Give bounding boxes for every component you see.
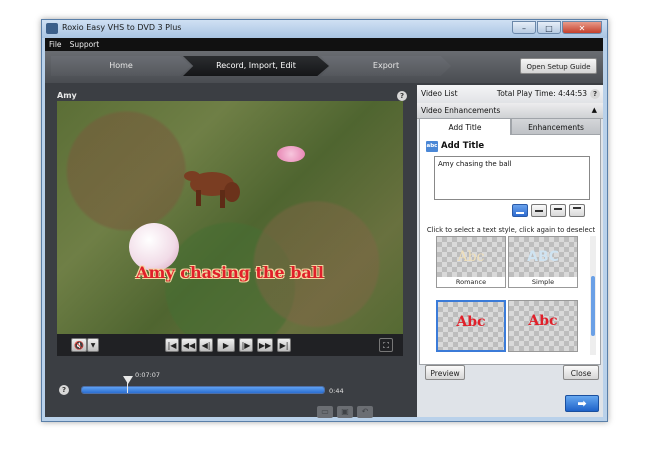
step-home[interactable]: Home (51, 56, 191, 76)
title-text-input[interactable] (434, 156, 590, 200)
print-icon: ▭ (317, 406, 333, 418)
step-forward-button[interactable]: |▶ (239, 338, 253, 352)
video-list-help-icon[interactable]: ? (590, 89, 600, 99)
client-area: Home Export Record, Import, Edit Open Se… (45, 51, 603, 418)
style-romance[interactable]: Abc Romance (436, 236, 506, 288)
step-export[interactable]: Export (321, 56, 451, 76)
timeline-fill (82, 387, 324, 393)
timeline-help-icon[interactable]: ? (59, 385, 69, 395)
app-window: Roxio Easy VHS to DVD 3 Plus – □ ✕ File … (41, 19, 608, 422)
video-list-header[interactable]: Video List Total Play Time: 4:44:53 ? (417, 85, 603, 104)
align-center-icon (535, 210, 543, 212)
dog-image (184, 171, 240, 208)
undo-icon: ↶ (357, 406, 373, 418)
app-icon (46, 23, 58, 34)
align-center-button[interactable] (531, 204, 547, 217)
volume-dropdown-button[interactable]: ▼ (87, 338, 99, 352)
tab-enhancements[interactable]: Enhancements (511, 118, 601, 135)
right-panel: Video List Total Play Time: 4:44:53 ? Vi… (417, 85, 603, 417)
maximize-button[interactable]: □ (537, 21, 561, 34)
style-scrollbar[interactable] (590, 236, 596, 355)
align-top-icon (554, 208, 562, 210)
abc-icon: abc (426, 141, 438, 152)
style-sample: ABC (527, 249, 559, 265)
menu-support[interactable]: Support (66, 40, 104, 49)
menu-file[interactable]: File (45, 40, 66, 49)
open-setup-guide-button[interactable]: Open Setup Guide (520, 58, 597, 74)
align-full-button[interactable] (569, 204, 585, 217)
video-enhancements-header[interactable]: Video Enhancements ▲ (417, 103, 603, 119)
play-button[interactable]: ▶ (217, 338, 235, 352)
style-hint-text: Click to select a text style, click agai… (426, 226, 596, 234)
step-record-import-edit[interactable]: Record, Import, Edit (183, 56, 329, 76)
video-enhancements-label: Video Enhancements (421, 106, 501, 115)
collapse-arrow-icon[interactable]: ▲ (592, 106, 597, 114)
mute-speaker-icon[interactable]: 🔇 (71, 338, 87, 352)
title-overlay-text: Amy chasing the ball (136, 263, 324, 282)
step-back-button[interactable]: ◀| (199, 338, 213, 352)
style-caption: Simple (509, 277, 577, 287)
window-controls: – □ ✕ (511, 21, 602, 35)
save-icon: ▣ (337, 406, 353, 418)
rewind-icon: ◀◀ (182, 341, 196, 350)
add-title-content: abc Add Title Click to select a text sty… (419, 135, 601, 365)
align-bottom-button[interactable] (512, 204, 528, 217)
video-preview: Amy chasing the ball (57, 101, 403, 334)
rewind-8x-button[interactable]: ◀◀ (181, 338, 197, 352)
title-bar: Roxio Easy VHS to DVD 3 Plus – □ ✕ (42, 20, 607, 38)
arrow-right-icon: ➡ (577, 397, 587, 410)
menu-bar: File Support (45, 38, 603, 51)
close-window-button[interactable]: ✕ (562, 21, 602, 34)
align-top-button[interactable] (550, 204, 566, 217)
style-simple[interactable]: ABC Simple (508, 236, 578, 288)
playback-controls: 🔇 ▼ |◀ ◀◀ ◀| ▶ |▶ ▶▶ ▶| ⛶ (57, 334, 403, 356)
text-style-grid: Abc Romance ABC Simple Abc Abc (436, 236, 586, 355)
workflow-steps: Home Export Record, Import, Edit Open Se… (45, 51, 603, 83)
go-to-start-button[interactable]: |◀ (165, 338, 179, 352)
style-sample: Abc (528, 313, 558, 329)
style-sample: Abc (457, 249, 485, 265)
align-bottom-icon (516, 212, 524, 214)
close-button[interactable]: Close (563, 365, 599, 380)
next-arrow-button[interactable]: ➡ (565, 395, 599, 412)
preview-title: Amy (57, 91, 77, 100)
fast-forward-2x-button[interactable]: ▶▶ (257, 338, 273, 352)
tab-add-title[interactable]: Add Title (419, 118, 511, 135)
fast-forward-icon: ▶▶ (258, 341, 272, 350)
style-bold-red[interactable]: Abc (436, 300, 506, 352)
help-icon[interactable]: ? (397, 91, 407, 101)
go-to-end-button[interactable]: ▶| (277, 338, 291, 352)
style-scroll-thumb[interactable] (591, 276, 595, 336)
style-caption: Romance (437, 277, 505, 287)
align-full-icon (573, 207, 581, 209)
playhead-handle[interactable] (123, 376, 133, 384)
window-title: Roxio Easy VHS to DVD 3 Plus (62, 23, 182, 32)
style-comic-red[interactable]: Abc (508, 300, 578, 352)
total-play-time: Total Play Time: 4:44:53 (496, 89, 587, 98)
end-time-label: 0:44 (329, 387, 344, 395)
preview-button[interactable]: Preview (425, 365, 465, 380)
timeline-track[interactable] (81, 386, 325, 394)
minimize-button[interactable]: – (512, 21, 536, 34)
frisbee-image (277, 146, 305, 162)
current-time-label: 0:07:07 (135, 371, 161, 379)
style-sample: Abc (456, 314, 486, 330)
add-title-heading: Add Title (441, 141, 485, 151)
fullscreen-icon[interactable]: ⛶ (379, 338, 393, 352)
enhancement-tabs: Add Title Enhancements (419, 118, 601, 135)
video-list-label: Video List (421, 89, 458, 98)
